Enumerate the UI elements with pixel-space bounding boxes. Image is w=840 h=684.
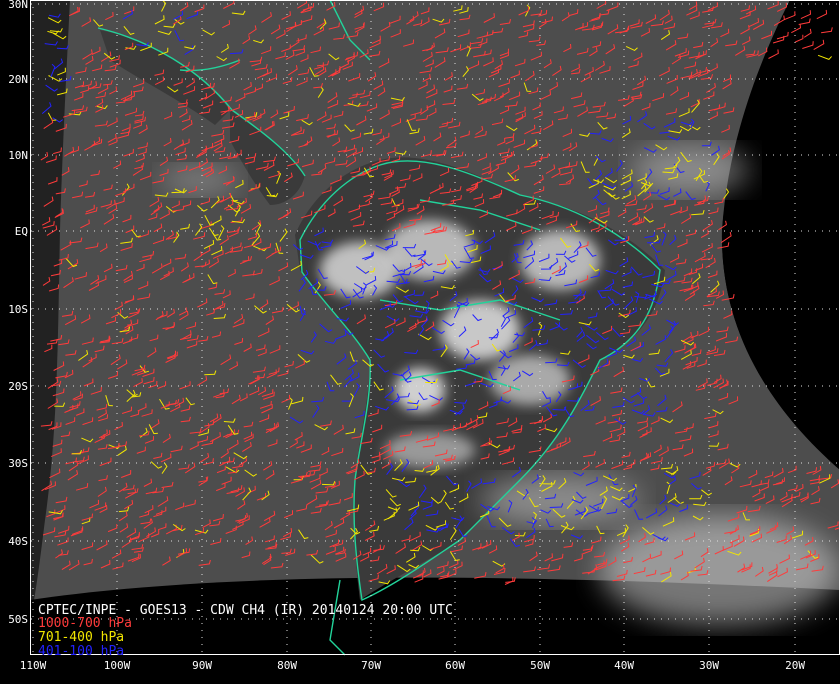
legend-mid-level: 701-400 hPa xyxy=(38,630,125,645)
longitude-label: 50W xyxy=(530,659,550,672)
longitude-label: 100W xyxy=(103,659,131,672)
latitude-label: 50S xyxy=(8,613,29,626)
latitude-label: 10S xyxy=(8,303,29,316)
longitude-label: 20W xyxy=(785,659,805,672)
legend-low-level: 1000-700 hPa xyxy=(38,616,132,631)
longitude-label: 70W xyxy=(361,659,381,672)
latitude-label: EQ xyxy=(14,225,29,238)
longitude-label: 80W xyxy=(277,659,297,672)
longitude-label: 30W xyxy=(699,659,719,672)
longitude-label: 110W xyxy=(19,659,47,672)
longitude-label: 90W xyxy=(192,659,212,672)
legend-high-level: 401-100 hPa xyxy=(38,644,125,659)
latitude-label: 20N xyxy=(8,73,29,86)
latitude-label: 10N xyxy=(8,149,29,162)
latitude-label: 20S xyxy=(8,380,29,393)
latitude-label: 40S xyxy=(8,535,29,548)
satellite-wind-map: 30N 20N 10N EQ 10S 20S 30S 40S 50S 110W 100W 90W 80… xyxy=(0,0,840,680)
longitude-label: 40W xyxy=(614,659,634,672)
map-canvas xyxy=(0,0,840,680)
longitude-label: 60W xyxy=(445,659,465,672)
latitude-label: 30N xyxy=(8,0,29,11)
latitude-label: 30S xyxy=(8,457,29,470)
